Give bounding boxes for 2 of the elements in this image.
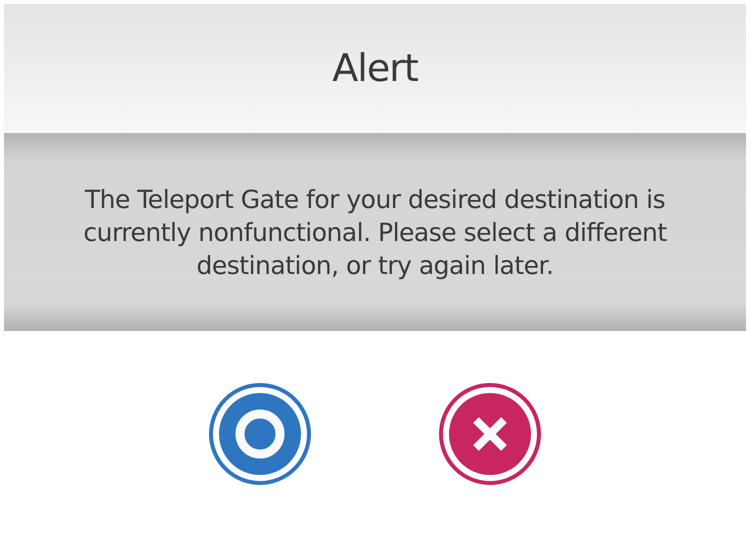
alert-message: The Teleport Gate for your desired destination is currently nonfunctional. Please select a different destination, or try again later. xyxy=(82,184,668,282)
dialog-title: Alert xyxy=(332,46,418,92)
